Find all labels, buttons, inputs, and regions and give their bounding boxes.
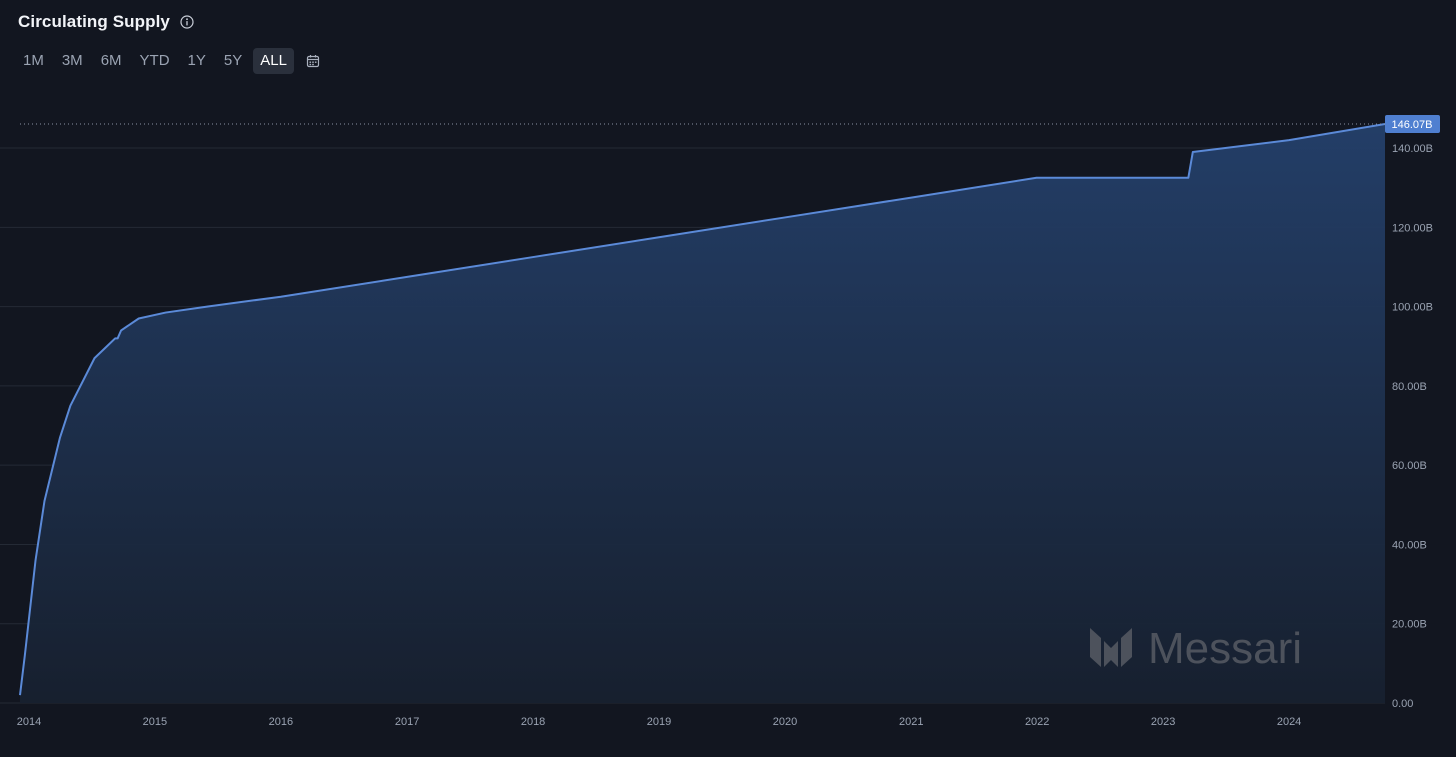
range-button-3m[interactable]: 3M <box>55 48 90 74</box>
x-tick-label: 2018 <box>521 716 545 728</box>
x-axis-labels: 2014 2015 2016 2017 2018 2019 2020 2021 2022 2023… <box>17 716 1302 728</box>
x-tick-label: 2015 <box>143 716 167 728</box>
y-tick-label: 60.00B <box>1392 460 1427 472</box>
x-tick-label: 2024 <box>1277 716 1301 728</box>
y-axis-labels: 0.00 20.00B 40.00B 60.00B 80.00B 100.00B 120.0… <box>1392 143 1433 710</box>
last-value-marker: 146.07B <box>20 115 1440 133</box>
x-tick-label: 2016 <box>269 716 293 728</box>
x-tick-label: 2019 <box>647 716 671 728</box>
chart-title: Circulating Supply <box>18 12 170 31</box>
range-button-ytd[interactable]: YTD <box>133 48 177 74</box>
y-tick-label: 80.00B <box>1392 381 1427 393</box>
range-button-all[interactable]: ALL <box>253 48 294 74</box>
x-tick-label: 2021 <box>899 716 923 728</box>
range-button-5y[interactable]: 5Y <box>217 48 249 74</box>
range-button-6m[interactable]: 6M <box>94 48 129 74</box>
watermark-text: Messari <box>1148 624 1302 673</box>
y-tick-label: 100.00B <box>1392 302 1433 314</box>
area-chart: Messari 0.00 20.00B 40.00B 60.00B 80.00B 100.… <box>0 115 1440 728</box>
x-tick-label: 2022 <box>1025 716 1049 728</box>
circulating-supply-widget: Messari 0.00 20.00B 40.00B 60.00B 80.00B 100.… <box>0 0 1456 757</box>
chart-header: Circulating Supply <box>18 12 194 32</box>
series-area <box>20 124 1385 703</box>
y-tick-label: 40.00B <box>1392 539 1427 551</box>
y-tick-label: 120.00B <box>1392 222 1433 234</box>
range-button-1m[interactable]: 1M <box>16 48 51 74</box>
time-range-selector: 1M 3M 6M YTD 1Y 5Y ALL <box>16 48 320 74</box>
x-tick-label: 2020 <box>773 716 797 728</box>
area-fill-group <box>20 124 1385 703</box>
x-tick-label: 2017 <box>395 716 419 728</box>
calendar-icon[interactable] <box>306 54 320 68</box>
x-tick-label: 2023 <box>1151 716 1175 728</box>
range-button-1y[interactable]: 1Y <box>181 48 213 74</box>
y-tick-label: 140.00B <box>1392 143 1433 155</box>
y-tick-label: 20.00B <box>1392 619 1427 631</box>
x-tick-label: 2014 <box>17 716 41 728</box>
y-tick-label: 0.00 <box>1392 698 1413 710</box>
info-circle-icon[interactable] <box>180 15 194 29</box>
last-value-text: 146.07B <box>1392 119 1433 131</box>
